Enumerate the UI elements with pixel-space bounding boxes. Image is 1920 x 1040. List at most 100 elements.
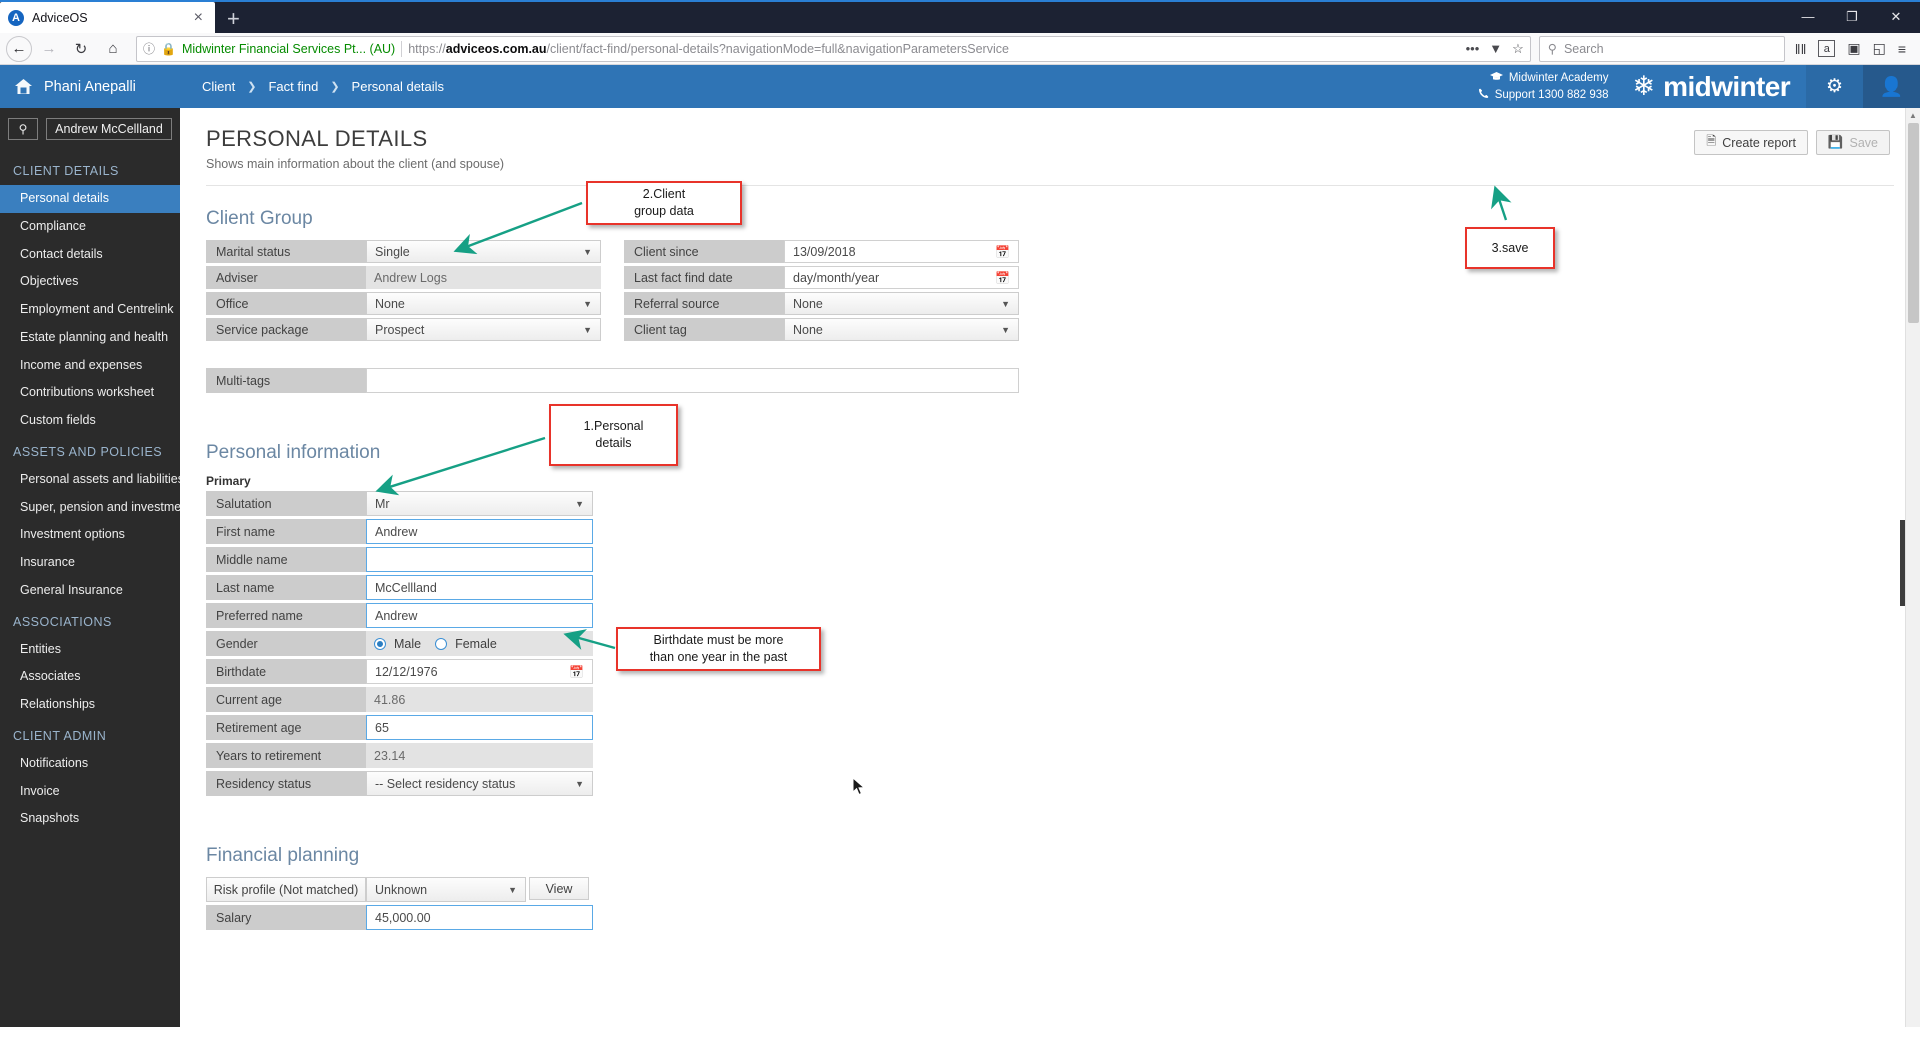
field-label: Referral source	[624, 292, 784, 315]
client-group-right-column: Client since 13/09/2018 📅 Last fact find…	[624, 240, 1019, 344]
screenshot-icon[interactable]: ◱	[1873, 40, 1886, 57]
sidebar-item-invoice[interactable]: Invoice	[0, 778, 180, 806]
page-scrollbar[interactable]: ▲	[1905, 108, 1920, 1027]
referral-source-select[interactable]: None ▼	[784, 292, 1019, 315]
reload-icon[interactable]: ↻	[66, 35, 96, 63]
sidebar-item-compliance[interactable]: Compliance	[0, 213, 180, 241]
sidebar-item-contact-details[interactable]: Contact details	[0, 241, 180, 269]
sidebar-item-notifications[interactable]: Notifications	[0, 750, 180, 778]
bookmark-star-icon[interactable]: ☆	[1512, 41, 1524, 57]
page-info-icon[interactable]: ⓘ	[143, 40, 155, 57]
residency-status-select[interactable]: -- Select residency status ▼	[366, 771, 593, 796]
calendar-icon[interactable]: 📅	[569, 665, 584, 679]
search-placeholder: Search	[1563, 41, 1604, 56]
salary-input[interactable]: 45,000.00	[366, 905, 593, 930]
selected-client-name[interactable]: Andrew McCellland	[46, 118, 172, 140]
address-bar[interactable]: ⓘ 🔒 Midwinter Financial Services Pt... (…	[136, 35, 1531, 62]
breadcrumb-fact-find[interactable]: Fact find	[268, 79, 318, 94]
sidebar-item-estate-planning-health[interactable]: Estate planning and health	[0, 324, 180, 352]
scrollbar-thumb[interactable]	[1908, 123, 1919, 323]
settings-gear-icon[interactable]: ⚙	[1806, 65, 1863, 108]
service-package-select[interactable]: Prospect ▼	[366, 318, 601, 341]
tab-strip: A AdviceOS × + — ❐ ✕	[0, 0, 1920, 33]
middle-name-input[interactable]	[366, 547, 593, 572]
field-multi-tags: Multi-tags	[206, 368, 1920, 393]
pocket-icon[interactable]: ▼	[1489, 41, 1502, 56]
sidebar-item-insurance[interactable]: Insurance	[0, 549, 180, 577]
close-tab-icon[interactable]: ×	[190, 9, 207, 26]
breadcrumb-personal-details[interactable]: Personal details	[352, 79, 445, 94]
gender-option-male[interactable]: Male	[374, 637, 421, 651]
sidebar-item-personal-assets-liabilities[interactable]: Personal assets and liabilities	[0, 466, 180, 494]
logo-wordmark: midwinter	[1663, 70, 1790, 102]
calendar-icon[interactable]: 📅	[995, 245, 1010, 259]
sidebar-item-entities[interactable]: Entities	[0, 636, 180, 664]
home-icon[interactable]: ⌂	[98, 35, 128, 63]
new-tab-button[interactable]: +	[215, 8, 252, 33]
field-years-to-retirement: Years to retirement 23.14	[206, 743, 1920, 768]
client-since-input[interactable]: 13/09/2018 📅	[784, 240, 1019, 263]
scroll-up-arrow-icon[interactable]: ▲	[1906, 108, 1920, 123]
risk-profile-view-button[interactable]: View	[529, 877, 589, 900]
sidebar-item-personal-details[interactable]: Personal details	[0, 185, 180, 213]
marital-status-select[interactable]: Single ▼	[366, 240, 601, 263]
risk-profile-select[interactable]: Unknown ▼	[366, 877, 526, 902]
preferred-name-input[interactable]: Andrew	[366, 603, 593, 628]
browser-menu-icon[interactable]: ≡	[1898, 41, 1906, 57]
field-label: First name	[206, 519, 366, 544]
field-service-package: Service package Prospect ▼	[206, 318, 601, 341]
tab-title: AdviceOS	[32, 10, 88, 25]
sidebar-item-investment-options[interactable]: Investment options	[0, 521, 180, 549]
save-button[interactable]: 💾 Save	[1815, 130, 1890, 155]
library-icon[interactable]: ‖‖	[1795, 41, 1807, 57]
office-select[interactable]: None ▼	[366, 292, 601, 315]
sidebar-item-contributions-worksheet[interactable]: Contributions worksheet	[0, 379, 180, 407]
salutation-select[interactable]: Mr ▼	[366, 491, 593, 516]
sidebar-item-objectives[interactable]: Objectives	[0, 268, 180, 296]
birthdate-input[interactable]: 12/12/1976 📅	[366, 659, 593, 684]
first-name-input[interactable]: Andrew	[366, 519, 593, 544]
sidebar-search-button[interactable]: ⚲	[8, 118, 38, 140]
window-minimize-button[interactable]: —	[1786, 0, 1830, 33]
sidebar-item-general-insurance[interactable]: General Insurance	[0, 577, 180, 605]
academy-link[interactable]: Midwinter Academy	[1478, 71, 1609, 85]
sidebar-item-super-pension-investments[interactable]: Super, pension and investments	[0, 494, 180, 522]
window-maximize-button[interactable]: ❐	[1830, 0, 1874, 33]
page-actions-icon[interactable]: •••	[1466, 41, 1480, 56]
radio-female-icon[interactable]	[435, 637, 448, 650]
chevron-down-icon: ▼	[575, 498, 584, 509]
field-label: Residency status	[206, 771, 366, 796]
sidebar-item-custom-fields[interactable]: Custom fields	[0, 407, 180, 435]
support-info[interactable]: Support 1300 882 938	[1478, 88, 1609, 102]
calendar-icon[interactable]: 📅	[995, 271, 1010, 285]
create-report-button[interactable]: 🗎 Create report	[1694, 130, 1808, 155]
field-value: -- Select residency status	[375, 776, 516, 791]
breadcrumb-client[interactable]: Client	[202, 79, 235, 94]
sidebar-icon[interactable]: ▣	[1847, 40, 1860, 57]
forward-icon[interactable]: →	[34, 35, 64, 63]
back-icon[interactable]: ←	[6, 35, 32, 62]
user-account-icon[interactable]: 👤	[1863, 65, 1920, 108]
radio-male-icon[interactable]	[374, 637, 386, 650]
breadcrumb: Client ❯ Fact find ❯ Personal details	[180, 65, 444, 108]
window-close-button[interactable]: ✕	[1874, 0, 1918, 33]
academy-label: Midwinter Academy	[1508, 72, 1609, 84]
sidebar-item-employment-centrelink[interactable]: Employment and Centrelink	[0, 296, 180, 324]
sidebar-item-associates[interactable]: Associates	[0, 663, 180, 691]
account-icon[interactable]: a	[1818, 40, 1836, 57]
browser-search-box[interactable]: ⚲ Search	[1538, 35, 1785, 62]
last-fact-find-date-input[interactable]: day/month/year 📅	[784, 266, 1019, 289]
sidebar-item-income-expenses[interactable]: Income and expenses	[0, 352, 180, 380]
client-group-columns: Marital status Single ▼ Adviser Andrew L…	[206, 240, 1920, 344]
multi-tags-input[interactable]	[366, 368, 1019, 393]
browser-tab-adviceos[interactable]: A AdviceOS ×	[0, 2, 215, 33]
gender-option-female[interactable]: Female	[435, 637, 497, 651]
last-name-input[interactable]: McCellland	[366, 575, 593, 600]
sidebar-item-snapshots[interactable]: Snapshots	[0, 805, 180, 833]
retirement-age-input[interactable]: 65	[366, 715, 593, 740]
sidebar-brand-bar[interactable]: Phani Anepalli	[0, 65, 180, 108]
personal-information-fields: Salutation Mr ▼ First name Andrew Middle…	[206, 491, 1920, 796]
client-tag-select[interactable]: None ▼	[784, 318, 1019, 341]
sidebar-item-relationships[interactable]: Relationships	[0, 691, 180, 719]
home-icon[interactable]	[14, 78, 33, 95]
